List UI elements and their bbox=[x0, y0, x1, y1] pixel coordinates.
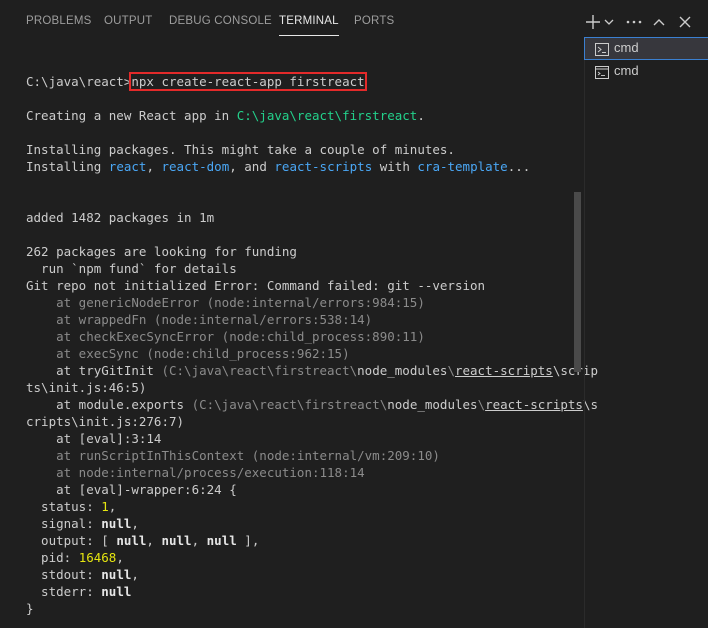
pid-value: 16468 bbox=[78, 550, 117, 565]
pkg-react-scripts: react-scripts bbox=[274, 159, 373, 174]
status-value: 1 bbox=[101, 499, 109, 514]
added-line: added 1482 packages in 1m bbox=[26, 210, 215, 225]
terminal-output[interactable]: C:\java\react>npx create-react-app first… bbox=[26, 0, 598, 628]
key: stdout: bbox=[26, 567, 102, 582]
key: status: bbox=[26, 499, 102, 514]
terminal-scrollbar[interactable] bbox=[574, 192, 581, 372]
chevron-up-icon[interactable] bbox=[651, 12, 671, 32]
punct: , bbox=[131, 567, 139, 582]
output-value: null bbox=[116, 533, 147, 548]
terminal-list: cmd cmd bbox=[584, 37, 708, 628]
sep: , bbox=[146, 159, 162, 174]
stack-fn: at module.exports bbox=[26, 397, 192, 412]
stack-path-react-scripts: react-scripts bbox=[485, 397, 583, 412]
stack-path-node-modules: node_modules bbox=[357, 363, 448, 378]
funding-line-2: run `npm fund` for details bbox=[26, 261, 237, 276]
stack-path-node-modules: node_modules bbox=[387, 397, 478, 412]
terminal-item-label: cmd bbox=[614, 40, 639, 55]
installing-line-2: Installing react, react-dom, and react-s… bbox=[26, 158, 530, 175]
pkg-cra-template: cra-template bbox=[417, 159, 508, 174]
terminal-icon bbox=[595, 41, 609, 60]
stack-path: (C:\java\react\firstreact\ bbox=[191, 397, 388, 412]
pkg-react: react bbox=[108, 159, 147, 174]
stack-path-react-scripts: react-scripts bbox=[454, 363, 553, 378]
stack-line: at tryGitInit (C:\java\react\firstreact\… bbox=[26, 362, 598, 379]
stdout-value: null bbox=[101, 567, 132, 582]
stack-line: at checkExecSyncError (node:child_proces… bbox=[26, 329, 425, 344]
creating-line: Creating a new React app in C:\java\reac… bbox=[26, 107, 425, 124]
terminal-item-cmd-2[interactable]: cmd bbox=[585, 61, 708, 82]
terminal-item-label: cmd bbox=[614, 63, 639, 78]
prompt-line: C:\java\react>npx create-react-app first… bbox=[26, 72, 367, 91]
stack-line: at genericNodeError (node:internal/error… bbox=[26, 295, 425, 310]
prompt: C:\java\react> bbox=[26, 74, 132, 89]
punct: ], bbox=[236, 533, 260, 548]
creating-end: . bbox=[417, 108, 425, 123]
stack-line: at [eval]-wrapper:6:24 { bbox=[26, 482, 237, 497]
stack-path-sep: \ bbox=[477, 397, 486, 412]
app-path: C:\java\react\firstreact bbox=[236, 108, 418, 123]
command-highlight: npx create-react-app firstreact bbox=[129, 72, 367, 91]
punct: , bbox=[108, 499, 117, 514]
key: stderr: bbox=[26, 584, 102, 599]
ellipsis-text: ... bbox=[507, 159, 531, 174]
stack-path-sep: \ bbox=[447, 363, 455, 378]
stdout-line: stdout: null, bbox=[26, 566, 139, 583]
stack-line: at [eval]:3:14 bbox=[26, 431, 162, 446]
stack-path: (C:\java\react\firstreact\ bbox=[161, 363, 358, 378]
ellipsis-icon[interactable] bbox=[625, 12, 645, 32]
sep: , and bbox=[229, 159, 275, 174]
terminal-item-cmd-1[interactable]: cmd bbox=[584, 37, 708, 60]
close-icon[interactable] bbox=[677, 12, 697, 32]
stack-line: at runScriptInThisContext (node:internal… bbox=[26, 448, 440, 463]
key: output: [ bbox=[26, 533, 117, 548]
git-error-line: Git repo not initialized Error: Command … bbox=[26, 278, 486, 293]
key: pid: bbox=[26, 550, 79, 565]
stack-line: at wrappedFn (node:internal/errors:538:1… bbox=[26, 312, 373, 327]
signal-line: signal: null, bbox=[26, 515, 139, 532]
stack-line-wrap: cripts\init.js:276:7) bbox=[26, 414, 185, 429]
stderr-value: null bbox=[101, 584, 132, 599]
installing-line-1: Installing packages. This might take a c… bbox=[26, 142, 455, 157]
plus-icon[interactable] bbox=[585, 12, 605, 32]
output-value: null bbox=[161, 533, 192, 548]
status-line: status: 1, bbox=[26, 498, 116, 515]
output-value: null bbox=[206, 533, 237, 548]
punct: , bbox=[131, 516, 139, 531]
punct: , bbox=[116, 550, 124, 565]
creating-text: Creating a new React app in bbox=[26, 108, 237, 123]
key: signal: bbox=[26, 516, 102, 531]
chevron-down-icon[interactable] bbox=[603, 12, 623, 32]
stderr-line: stderr: null bbox=[26, 583, 131, 600]
stack-line: at node:internal/process/execution:118:1… bbox=[26, 465, 365, 480]
pkg-react-dom: react-dom bbox=[161, 159, 230, 174]
stack-line-wrap: ts\init.js:46:5) bbox=[26, 380, 147, 395]
cmd-icon bbox=[595, 64, 609, 83]
stack-fn: at tryGitInit bbox=[26, 363, 162, 378]
punct: , bbox=[146, 533, 162, 548]
funding-line-1: 262 packages are looking for funding bbox=[26, 244, 297, 259]
output-line: output: [ null, null, null ], bbox=[26, 532, 259, 549]
stack-line: at execSync (node:child_process:962:15) bbox=[26, 346, 350, 361]
stack-line: at module.exports (C:\java\react\firstre… bbox=[26, 396, 598, 413]
close-brace-line: } bbox=[26, 601, 34, 616]
with-text: with bbox=[372, 159, 418, 174]
pid-line: pid: 16468, bbox=[26, 549, 124, 566]
punct: , bbox=[191, 533, 207, 548]
installing-text: Installing bbox=[26, 159, 109, 174]
signal-value: null bbox=[101, 516, 132, 531]
